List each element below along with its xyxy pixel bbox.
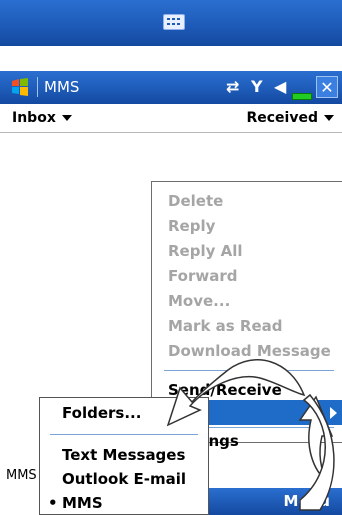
menu-item-mark-as-read[interactable]: Mark as Read [168,317,283,335]
submenu-item-mms[interactable]: • MMS [48,494,103,512]
submenu-item-outlook-email[interactable]: Outlook E-mail [62,470,186,488]
menu-item-move[interactable]: Move... [168,292,230,310]
title-divider [37,77,38,97]
volume-icon[interactable]: ◀ [274,77,286,96]
menu-item-reply-all[interactable]: Reply All [168,242,243,260]
folder-dropdown[interactable]: Inbox [12,110,72,126]
signal-off-icon[interactable]: Y [251,77,263,96]
submenu-item-text-messages[interactable]: Text Messages [62,446,185,464]
filter-bar: Inbox Received [0,104,342,133]
input-panel-bar [0,0,342,46]
app-title: MMS [44,78,80,96]
menu-item-delete[interactable]: Delete [168,192,223,210]
submenu-divider [50,434,198,435]
submenu-item-mms-label: MMS [62,494,103,512]
menu-softkey[interactable]: Menu [284,492,330,510]
menu-divider [164,370,334,371]
softkey-bar: Menu [209,488,342,515]
battery-icon[interactable] [292,93,312,100]
chevron-right-icon [330,407,337,419]
start-menu-icon[interactable] [10,77,30,97]
status-text: MMS [6,468,37,483]
menu-item-download-message[interactable]: Download Message [168,342,331,360]
menu-item-reply[interactable]: Reply [168,217,215,235]
chevron-down-icon [324,115,334,121]
sort-dropdown[interactable]: Received [246,110,334,126]
chevron-down-icon [61,115,72,121]
submenu-item-folders[interactable]: Folders... [62,404,141,422]
folders-submenu: Folders... Text Messages Outlook E-mail … [39,397,209,515]
sort-dropdown-label: Received [246,110,318,126]
folder-dropdown-label: Inbox [12,110,56,126]
keyboard-icon[interactable] [163,14,185,30]
menu-item-forward[interactable]: Forward [168,267,237,285]
connectivity-icon[interactable]: ⇄ [226,77,239,96]
close-button[interactable]: ✕ [316,76,338,98]
title-bar: MMS ⇄ Y ◀ ✕ [0,71,342,104]
selected-bullet: • [48,494,58,512]
